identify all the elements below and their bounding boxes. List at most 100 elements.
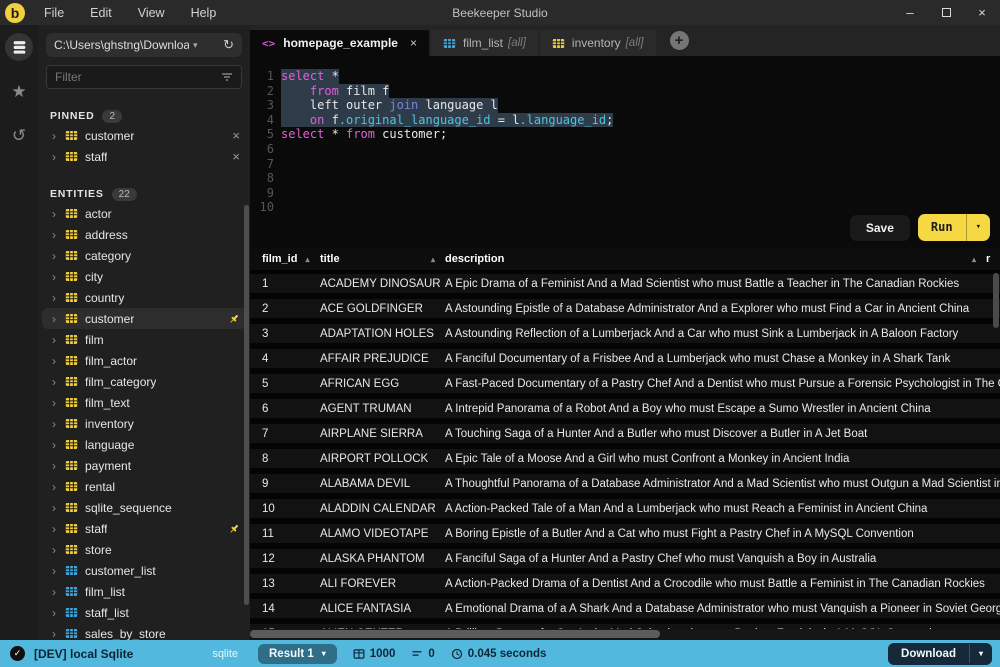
chevron-right-icon[interactable]: › <box>52 333 65 347</box>
chevron-right-icon[interactable]: › <box>52 417 65 431</box>
entity-item-film[interactable]: ›film <box>38 329 250 350</box>
chevron-right-icon[interactable]: › <box>52 129 65 143</box>
run-dropdown-caret[interactable]: ▾ <box>966 214 990 241</box>
column-header-film_id[interactable]: film_id▴ <box>262 253 320 265</box>
download-dropdown-caret[interactable]: ▾ <box>969 644 992 663</box>
chevron-right-icon[interactable]: › <box>52 249 65 263</box>
entity-item-country[interactable]: ›country <box>38 287 250 308</box>
entity-item-staff[interactable]: ›staff <box>38 518 250 539</box>
chevron-right-icon[interactable]: › <box>52 585 65 599</box>
download-label[interactable]: Download <box>888 643 969 665</box>
unpin-close-icon[interactable]: × <box>232 128 240 143</box>
chevron-right-icon[interactable]: › <box>52 459 65 473</box>
chevron-right-icon[interactable]: › <box>52 354 65 368</box>
menu-edit[interactable]: Edit <box>81 4 121 22</box>
chevron-right-icon[interactable]: › <box>52 501 65 515</box>
table-row[interactable]: 10ALADDIN CALENDARA Action-Packed Tale o… <box>250 496 1000 521</box>
table-row[interactable]: 3ADAPTATION HOLESA Astounding Reflection… <box>250 321 1000 346</box>
table-row[interactable]: 11ALAMO VIDEOTAPEA Boring Epistle of a B… <box>250 521 1000 546</box>
chevron-right-icon[interactable]: › <box>52 627 65 641</box>
sort-arrow-icon[interactable]: ▴ <box>305 255 309 264</box>
close-button[interactable]: × <box>964 5 1000 20</box>
unpin-close-icon[interactable]: × <box>232 149 240 164</box>
table-row[interactable]: 15ALIEN CENTERA Brilliant Drama of a Cat… <box>250 621 1000 629</box>
connection-status[interactable]: ✓ [DEV] local Sqlite sqlite <box>0 646 250 661</box>
minimize-button[interactable]: – <box>892 5 928 20</box>
rail-tables-button[interactable] <box>5 33 33 61</box>
entity-item-customer_list[interactable]: ›customer_list <box>38 560 250 581</box>
tab-close-icon[interactable]: × <box>410 36 417 50</box>
column-header-description[interactable]: description▴ <box>445 253 986 265</box>
sort-arrow-icon[interactable]: ▴ <box>972 255 976 264</box>
tab-film_list[interactable]: film_list[all] <box>431 30 538 56</box>
chevron-right-icon[interactable]: › <box>52 522 65 536</box>
chevron-right-icon[interactable]: › <box>52 606 65 620</box>
run-label[interactable]: Run <box>918 214 966 241</box>
chevron-right-icon[interactable]: › <box>52 480 65 494</box>
entity-item-film_list[interactable]: ›film_list <box>38 581 250 602</box>
entity-item-film_category[interactable]: ›film_category <box>38 371 250 392</box>
table-row[interactable]: 6AGENT TRUMANA Intrepid Panorama of a Ro… <box>250 396 1000 421</box>
pinned-item-customer[interactable]: ›customer× <box>38 125 250 146</box>
entity-item-sqlite_sequence[interactable]: ›sqlite_sequence <box>38 497 250 518</box>
entity-item-sales_by_store[interactable]: ›sales_by_store <box>38 623 250 640</box>
maximize-button[interactable] <box>928 5 964 20</box>
entity-item-staff_list[interactable]: ›staff_list <box>38 602 250 623</box>
menu-view[interactable]: View <box>129 4 174 22</box>
run-button[interactable]: Run ▾ <box>918 214 990 241</box>
entity-item-film_text[interactable]: ›film_text <box>38 392 250 413</box>
entity-item-actor[interactable]: ›actor <box>38 203 250 224</box>
table-row[interactable]: 5AFRICAN EGGA Fast-Paced Documentary of … <box>250 371 1000 396</box>
sidebar-scrollbar[interactable] <box>244 205 249 605</box>
table-row[interactable]: 8AIRPORT POLLOCKA Epic Tale of a Moose A… <box>250 446 1000 471</box>
new-tab-button[interactable]: + <box>670 31 689 50</box>
rail-favorites-button[interactable]: ★ <box>5 77 33 105</box>
entity-item-address[interactable]: ›address <box>38 224 250 245</box>
horizontal-scrollbar[interactable] <box>250 629 1000 640</box>
filter-input[interactable] <box>55 70 221 84</box>
download-button[interactable]: Download ▾ <box>888 643 992 665</box>
chevron-right-icon[interactable]: › <box>52 438 65 452</box>
entity-item-store[interactable]: ›store <box>38 539 250 560</box>
chevron-right-icon[interactable]: › <box>52 564 65 578</box>
table-row[interactable]: 13ALI FOREVERA Action-Packed Drama of a … <box>250 571 1000 596</box>
filter-icon[interactable] <box>221 71 233 83</box>
column-header-r[interactable]: r <box>986 253 1000 265</box>
entity-item-rental[interactable]: ›rental <box>38 476 250 497</box>
pinned-item-staff[interactable]: ›staff× <box>38 146 250 167</box>
entity-item-film_actor[interactable]: ›film_actor <box>38 350 250 371</box>
refresh-icon[interactable]: ↻ <box>223 37 234 53</box>
chevron-right-icon[interactable]: › <box>52 312 65 326</box>
column-header-title[interactable]: title▴ <box>320 253 445 265</box>
sort-arrow-icon[interactable]: ▴ <box>431 255 435 264</box>
table-row[interactable]: 9ALABAMA DEVILA Thoughtful Panorama of a… <box>250 471 1000 496</box>
chevron-right-icon[interactable]: › <box>52 291 65 305</box>
result-selector[interactable]: Result 1 ▾ <box>258 644 337 664</box>
chevron-right-icon[interactable]: › <box>52 150 65 164</box>
table-row[interactable]: 1ACADEMY DINOSAURA Epic Drama of a Femin… <box>250 271 1000 296</box>
chevron-right-icon[interactable]: › <box>52 396 65 410</box>
table-row[interactable]: 4AFFAIR PREJUDICEA Fanciful Documentary … <box>250 346 1000 371</box>
sql-editor[interactable]: 12345678910 select * from film f left ou… <box>250 56 1000 248</box>
entity-item-language[interactable]: ›language <box>38 434 250 455</box>
entity-item-inventory[interactable]: ›inventory <box>38 413 250 434</box>
menu-file[interactable]: File <box>35 4 73 22</box>
tab-inventory[interactable]: inventory[all] <box>540 30 656 56</box>
chevron-right-icon[interactable]: › <box>52 207 65 221</box>
tab-homepage_example[interactable]: <>homepage_example× <box>250 30 429 56</box>
table-row[interactable]: 7AIRPLANE SIERRAA Touching Saga of a Hun… <box>250 421 1000 446</box>
table-row[interactable]: 12ALASKA PHANTOMA Fanciful Saga of a Hun… <box>250 546 1000 571</box>
horizontal-scrollbar-thumb[interactable] <box>250 630 660 638</box>
rail-history-button[interactable]: ↺ <box>5 121 33 149</box>
chevron-right-icon[interactable]: › <box>52 270 65 284</box>
entity-item-category[interactable]: ›category <box>38 245 250 266</box>
chevron-right-icon[interactable]: › <box>52 228 65 242</box>
entity-item-customer[interactable]: ›customer <box>42 308 246 329</box>
table-row[interactable]: 2ACE GOLDFINGERA Astounding Epistle of a… <box>250 296 1000 321</box>
table-row[interactable]: 14ALICE FANTASIAA Emotional Drama of a A… <box>250 596 1000 621</box>
connection-selector[interactable]: C:\Users\ghstng\Downloads ▾ ↻ <box>46 33 242 57</box>
entity-item-payment[interactable]: ›payment <box>38 455 250 476</box>
results-scrollbar[interactable] <box>993 273 999 328</box>
entity-item-city[interactable]: ›city <box>38 266 250 287</box>
chevron-right-icon[interactable]: › <box>52 375 65 389</box>
